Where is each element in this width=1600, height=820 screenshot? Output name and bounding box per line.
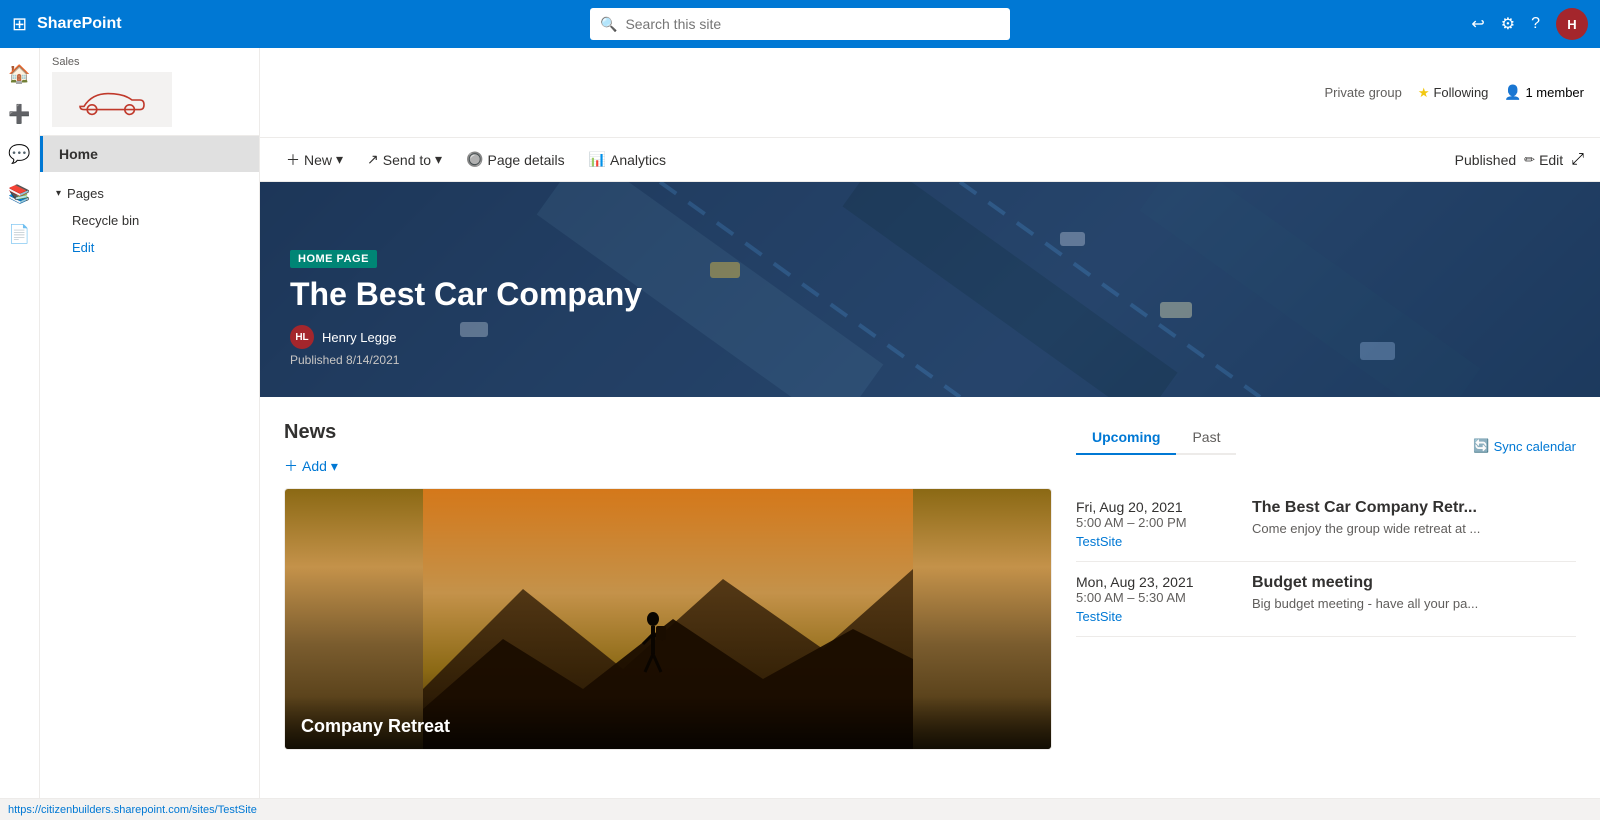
members-count: 👤 1 member: [1504, 84, 1584, 101]
edit-button[interactable]: ✏ Edit: [1524, 152, 1563, 168]
top-navigation: ⊞ SharePoint 🔍 ↩ ⚙ ? H: [0, 0, 1600, 48]
search-bar-container[interactable]: 🔍: [590, 8, 1010, 40]
add-news-button[interactable]: ＋ Add ▾: [284, 456, 338, 476]
site-logo-area: Sales: [40, 48, 259, 136]
add-chevron-icon: ▾: [331, 458, 338, 475]
event-title[interactable]: The Best Car Company Retr...: [1252, 499, 1480, 517]
hero-title: The Best Car Company: [290, 276, 642, 313]
help-icon[interactable]: ?: [1531, 15, 1540, 33]
sidebar-icon-library[interactable]: 📚: [2, 176, 38, 212]
event-date: Fri, Aug 20, 2021: [1076, 499, 1236, 515]
plus-icon-news: ＋: [284, 456, 298, 476]
settings-icon[interactable]: ⚙: [1501, 14, 1515, 34]
events-tabs-row: Upcoming Past 🔄 Sync calendar: [1076, 421, 1576, 471]
following-label: Following: [1433, 85, 1488, 100]
event-time: 5:00 AM – 5:30 AM: [1076, 590, 1236, 605]
sidebar-icon-chat[interactable]: 💬: [2, 136, 38, 172]
sync-calendar-button[interactable]: 🔄 Sync calendar: [1473, 438, 1576, 454]
pages-section: ▾ Pages Recycle bin Edit: [40, 172, 259, 269]
event-title-col: Budget meeting Big budget meeting - have…: [1252, 574, 1478, 624]
hero-content: HOME PAGE The Best Car Company HL Henry …: [290, 249, 642, 367]
home-page-tag: HOME PAGE: [290, 250, 377, 268]
analytics-button[interactable]: 📊 Analytics: [579, 145, 676, 174]
plus-icon: ＋: [286, 150, 300, 170]
event-time: 5:00 AM – 2:00 PM: [1076, 515, 1236, 530]
new-button[interactable]: ＋ New ▾: [276, 144, 353, 176]
event-item: Mon, Aug 23, 2021 5:00 AM – 5:30 AM Test…: [1076, 562, 1576, 637]
info-icon: 🔘: [466, 151, 483, 168]
author-avatar: HL: [290, 325, 314, 349]
event-date-col: Fri, Aug 20, 2021 5:00 AM – 2:00 PM Test…: [1076, 499, 1236, 549]
sidebar-item-home[interactable]: Home: [40, 136, 259, 172]
waffle-icon[interactable]: ⊞: [12, 14, 27, 35]
event-title-col: The Best Car Company Retr... Come enjoy …: [1252, 499, 1480, 549]
events-tabs: Upcoming Past: [1076, 421, 1236, 455]
send-chevron-icon: ▾: [435, 151, 442, 168]
event-desc: Big budget meeting - have all your pa...: [1252, 596, 1478, 611]
private-group-label: Private group: [1325, 85, 1402, 100]
analytics-icon: 📊: [589, 151, 606, 168]
event-date: Mon, Aug 23, 2021: [1076, 574, 1236, 590]
site-label: Sales: [52, 56, 247, 68]
avatar[interactable]: H: [1556, 8, 1588, 40]
search-icon: 🔍: [600, 16, 617, 33]
site-nav-panel: Sales Home ▾ Pages Recycle bin Edit: [40, 48, 260, 820]
page-details-button[interactable]: 🔘 Page details: [456, 145, 575, 174]
sidebar-icon-home[interactable]: 🏠: [2, 56, 38, 92]
edit-link[interactable]: Edit: [40, 234, 259, 261]
chevron-down-icon: ▾: [56, 188, 61, 199]
search-input[interactable]: [625, 16, 1000, 32]
star-icon: ★: [1418, 85, 1430, 101]
nav-left: ⊞ SharePoint: [12, 14, 122, 35]
news-card-label: Company Retreat: [285, 696, 1051, 749]
sharepoint-logo: SharePoint: [37, 15, 121, 33]
person-icon: 👤: [1504, 84, 1521, 100]
sidebar-icon-add[interactable]: ➕: [2, 96, 38, 132]
following-button[interactable]: ★ Following: [1418, 85, 1489, 101]
site-logo-image: [52, 72, 172, 127]
expand-icon[interactable]: ⤢: [1571, 151, 1584, 169]
news-title: News: [284, 421, 1052, 444]
feedback-icon[interactable]: ↩: [1471, 14, 1484, 34]
status-url: https://citizenbuilders.sharepoint.com/s…: [8, 804, 257, 816]
tab-upcoming[interactable]: Upcoming: [1076, 421, 1176, 455]
event-title[interactable]: Budget meeting: [1252, 574, 1478, 592]
news-card[interactable]: Company Retreat: [284, 488, 1052, 750]
edit-icon: ✏: [1524, 152, 1535, 168]
hero-banner: HOME PAGE The Best Car Company HL Henry …: [260, 182, 1600, 397]
content-sections: News ＋ Add ▾: [260, 397, 1600, 774]
main-content: HOME PAGE The Best Car Company HL Henry …: [260, 182, 1600, 820]
events-section: Upcoming Past 🔄 Sync calendar Fri, Aug 2…: [1076, 421, 1576, 750]
sidebar-icon-pages[interactable]: 📄: [2, 216, 38, 252]
recycle-bin-item[interactable]: Recycle bin: [40, 207, 259, 234]
event-site-link[interactable]: TestSite: [1076, 609, 1236, 624]
send-icon: ↗: [367, 151, 379, 168]
car-logo-svg: [72, 84, 152, 116]
pages-label: Pages: [67, 186, 104, 201]
tab-past[interactable]: Past: [1176, 421, 1236, 455]
author-name: Henry Legge: [322, 330, 396, 345]
site-header: Private group ★ Following 👤 1 member: [260, 48, 1600, 138]
news-section: News ＋ Add ▾: [284, 421, 1052, 750]
left-sidebar: 🏠 ➕ 💬 📚 📄: [0, 48, 40, 820]
header-right: Private group ★ Following 👤 1 member: [1325, 84, 1585, 101]
pages-header[interactable]: ▾ Pages: [40, 180, 259, 207]
event-date-col: Mon, Aug 23, 2021 5:00 AM – 5:30 AM Test…: [1076, 574, 1236, 624]
event-desc: Come enjoy the group wide retreat at ...: [1252, 521, 1480, 536]
command-bar: ＋ New ▾ ↗ Send to ▾ 🔘 Page details 📊 Ana…: [260, 138, 1600, 182]
sync-icon: 🔄: [1473, 438, 1489, 454]
nav-right: ↩ ⚙ ? H: [1471, 8, 1588, 40]
event-item: Fri, Aug 20, 2021 5:00 AM – 2:00 PM Test…: [1076, 487, 1576, 562]
hero-author: HL Henry Legge: [290, 325, 642, 349]
published-status: Published: [1455, 152, 1517, 168]
status-bar: https://citizenbuilders.sharepoint.com/s…: [0, 798, 1600, 820]
send-to-button[interactable]: ↗ Send to ▾: [357, 145, 452, 174]
hero-date: Published 8/14/2021: [290, 353, 642, 367]
event-site-link[interactable]: TestSite: [1076, 534, 1236, 549]
new-chevron-icon: ▾: [336, 151, 343, 168]
news-card-image: Company Retreat: [285, 489, 1051, 749]
cmd-right: Published ✏ Edit ⤢: [1455, 151, 1584, 169]
